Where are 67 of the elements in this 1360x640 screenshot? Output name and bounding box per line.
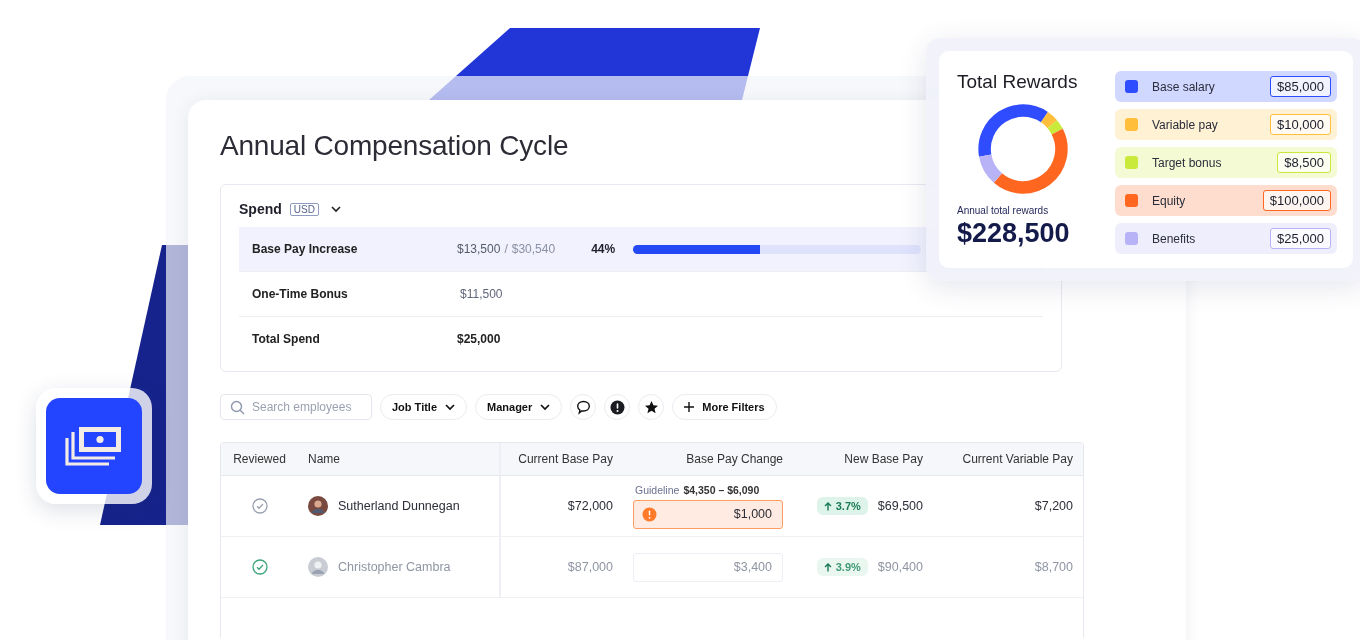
filter-button[interactable] <box>570 394 597 420</box>
separator: / <box>504 242 508 256</box>
reward-label: Base salary <box>1152 79 1216 94</box>
reward-amount: $8,500 <box>1277 152 1331 173</box>
comment-icon <box>575 399 591 415</box>
employee-name: Christopher Cambra <box>338 560 451 574</box>
spend-amount: $11,500 <box>459 287 503 301</box>
table-cell-text: $8,700 <box>1033 559 1074 576</box>
more-filters-button[interactable]: More Filters <box>672 394 777 420</box>
money-icon <box>65 426 123 466</box>
check-circle-icon[interactable] <box>251 498 268 514</box>
filter-button[interactable] <box>604 394 631 420</box>
total-caption: Annual total rewards <box>957 205 1049 216</box>
column-header: Current Base Pay <box>517 451 614 468</box>
spend-label: One-Time Bonus <box>252 287 349 301</box>
spend-title: Spend <box>239 201 282 217</box>
plus-icon <box>684 402 695 412</box>
column-header: New Base Pay <box>843 451 924 468</box>
check-circle-icon[interactable] <box>251 559 268 575</box>
column-header: Current Variable Pay <box>961 451 1074 468</box>
arrow-up-icon <box>823 501 832 511</box>
guideline-label: Guideline <box>635 483 680 496</box>
alert-icon <box>609 399 625 415</box>
table-cell-text: $7,200 <box>1033 498 1074 515</box>
budget-amount: $30,540 <box>511 242 556 256</box>
chevron-down-icon <box>445 403 456 411</box>
reward-label: Equity <box>1152 193 1187 208</box>
search-field[interactable]: Search employees <box>220 394 372 420</box>
reward-amount: $100,000 <box>1262 190 1331 211</box>
chevron-down-icon <box>540 403 551 411</box>
table-cell-text: $87,000 <box>566 559 614 576</box>
warning-icon <box>642 506 657 522</box>
change-badge: 3.7% <box>816 497 868 515</box>
reward-amount: $85,000 <box>1270 76 1331 97</box>
column-header: Name <box>298 443 501 475</box>
currency-tag: USD <box>289 202 319 216</box>
table-cell: $90,400 <box>877 560 923 574</box>
total-amount: $228,500 <box>957 218 1070 249</box>
spend-label: Total Spend <box>252 332 321 346</box>
filter-button[interactable] <box>638 394 665 420</box>
avatar-icon <box>308 557 328 577</box>
column-header: Base Pay Change <box>685 451 784 468</box>
change-field[interactable]: $1,000 <box>633 499 783 529</box>
search-icon <box>230 400 245 415</box>
card-title: Total Rewards <box>957 71 1078 93</box>
change-badge: 3.9% <box>816 558 868 576</box>
spend-amount: $25,000 <box>457 332 501 346</box>
filter-dropdown[interactable]: Job Title <box>380 394 468 420</box>
reward-label: Benefits <box>1152 231 1197 246</box>
reward-label: Variable pay <box>1152 117 1219 132</box>
employee-name: Sutherland Dunnegan <box>338 499 460 513</box>
star-icon <box>643 399 659 415</box>
reward-label: Target bonus <box>1152 155 1223 170</box>
table-cell-text: $72,000 <box>566 498 614 515</box>
avatar-icon <box>308 496 328 516</box>
table-cell: $69,500 <box>877 499 923 513</box>
chevron-down-icon[interactable] <box>330 205 341 213</box>
reward-amount: $25,000 <box>1270 228 1331 249</box>
column-header: Reviewed <box>232 451 287 468</box>
reward-amount: $10,000 <box>1270 114 1331 135</box>
arrow-up-icon <box>823 562 832 572</box>
filter-dropdown[interactable]: Manager <box>475 394 563 420</box>
page-title: Annual Compensation Cycle <box>220 130 570 162</box>
spend-amount: $13,500 <box>457 242 501 256</box>
spend-label: Base Pay Increase <box>252 242 359 256</box>
percent-label: 44% <box>591 242 617 256</box>
guideline-range: $4,350 – $6,090 <box>683 483 760 496</box>
